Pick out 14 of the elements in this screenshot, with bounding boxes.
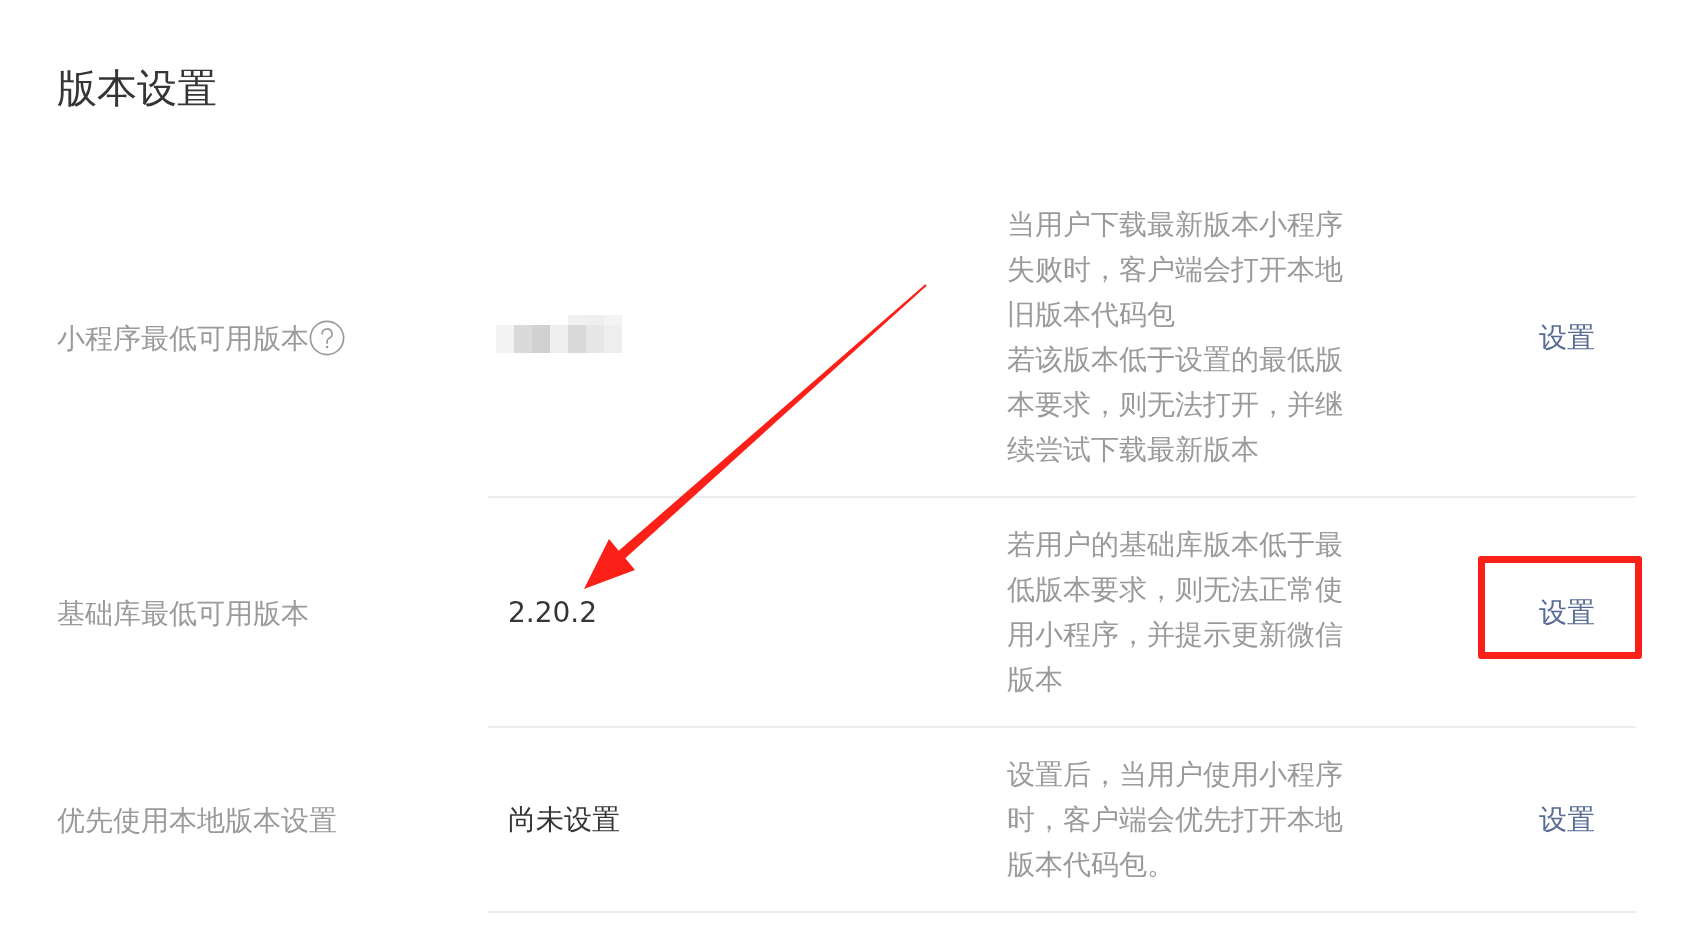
description-text: 设置后，当用户使用小程序时，客户端会优先打开本地版本代码包。 <box>1007 757 1344 883</box>
help-icon[interactable] <box>309 320 345 356</box>
setting-value: 尚未设置 <box>507 802 620 838</box>
set-link[interactable]: 设置 <box>1539 314 1595 360</box>
setting-label: 小程序最低可用版本 <box>57 320 309 357</box>
description-text: 若该版本低于设置的最低版本要求，则无法打开，并继续尝试下载最新版本 <box>1007 342 1344 468</box>
setting-label: 优先使用本地版本设置 <box>57 803 337 839</box>
setting-value: 2.20.2 <box>507 594 598 631</box>
description-text: 当用户下载最新版本小程序失败时，客户端会打开本地旧版本代码包 <box>1007 207 1344 333</box>
setting-label: 基础库最低可用版本 <box>57 595 309 632</box>
page-title: 版本设置 <box>57 64 217 113</box>
set-link[interactable]: 设置 <box>1539 797 1595 842</box>
set-link[interactable]: 设置 <box>1539 589 1595 635</box>
description-text: 若用户的基础库版本低于最低版本要求，则无法正常使用小程序，并提示更新微信版本 <box>1007 527 1344 698</box>
